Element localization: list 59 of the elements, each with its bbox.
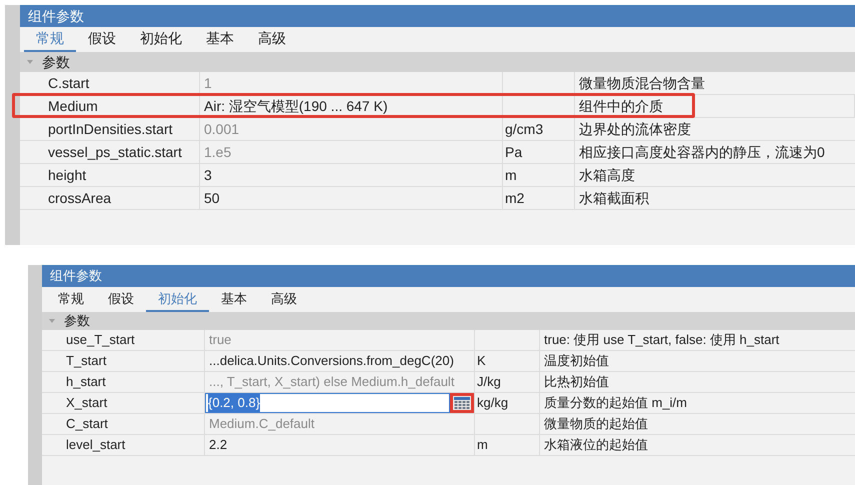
parameter-value: 2.2 [205, 435, 475, 455]
parameter-description: 微量物质的起始值 [543, 415, 649, 434]
parameter-value: true [205, 330, 475, 350]
parameter-description: 质量分数的起始值 m_i/m [543, 394, 688, 412]
group-label: 参数 [42, 52, 70, 72]
tab[interactable]: 初始化 [128, 27, 194, 52]
parameter-name: C_start [42, 414, 205, 434]
unit-text: m2 [503, 187, 575, 209]
parameter-name: h_start [42, 372, 205, 392]
parameter-name: height [20, 164, 200, 186]
tab[interactable]: 假设 [96, 287, 146, 312]
unit-text: Pa [503, 141, 575, 163]
parameter-value: 0.001 [200, 118, 503, 140]
unit-text: kg/kg [475, 393, 540, 413]
parameter-description: 比热初始值 [543, 373, 610, 392]
parameter-description: 相应接口高度处容器内的静压，流速为0 [578, 142, 826, 162]
value-input[interactable]: {0.2, 0.8} [205, 393, 450, 413]
tab[interactable]: 基本 [209, 287, 259, 312]
grid-icon [454, 396, 470, 410]
tab[interactable]: 常规 [46, 287, 96, 312]
parameter-description: 水箱截面积 [578, 188, 650, 208]
parameter-value: Air: 湿空气模型(190 ... 647 K) [200, 95, 503, 117]
parameter-description: 微量物质混合物含量 [578, 74, 706, 92]
tab[interactable]: 高级 [259, 287, 309, 312]
tab[interactable]: 假设 [76, 27, 128, 52]
panel-title: 组件参数 [42, 265, 855, 287]
parameter-name: crossArea [20, 187, 200, 209]
parameter-name: vessel_ps_static.start [20, 141, 200, 163]
parameter-name: level_start [42, 435, 205, 455]
group-label: 参数 [64, 312, 90, 330]
unit-text: K [475, 351, 540, 371]
parameter-name: C.start [20, 72, 200, 94]
tab[interactable]: 基本 [194, 27, 246, 52]
parameter-name: portInDensities.start [20, 118, 200, 140]
parameter-name: T_start [42, 351, 205, 371]
tab[interactable]: 高级 [246, 27, 298, 52]
parameter-name: use_T_start [42, 330, 205, 350]
parameter-description: 边界处的流体密度 [578, 120, 692, 138]
parameter-value: 1.e5 [200, 141, 503, 163]
panel-title: 组件参数 [20, 5, 855, 27]
parameter-value: 1 [200, 72, 503, 94]
parameter-description: 水箱液位的起始值 [543, 436, 649, 454]
unit-text: m [503, 164, 575, 186]
collapse-icon[interactable] [26, 58, 34, 66]
unit-text: m [475, 435, 540, 455]
parameter-name: Medium [20, 95, 200, 117]
parameter-value: 50 [200, 187, 503, 209]
parameter-value: ...delica.Units.Conversions.from_degC(20) [205, 351, 475, 371]
parameter-description: 温度初始值 [543, 352, 610, 370]
parameter-description: true: 使用 use T_start, false: 使用 h_start [543, 331, 780, 350]
table-editor-button[interactable] [450, 393, 474, 413]
collapse-icon[interactable] [48, 317, 56, 325]
parameter-description: 水箱高度 [578, 166, 636, 184]
parameter-value: ..., T_start, X_start) else Medium.h_default [205, 372, 475, 392]
parameter-value: 3 [200, 164, 503, 186]
unit-text: g/cm3 [503, 118, 575, 140]
parameter-description: 组件中的介质 [575, 95, 855, 117]
parameter-value: Medium.C_default [205, 414, 475, 434]
unit-text: J/kg [475, 372, 540, 392]
